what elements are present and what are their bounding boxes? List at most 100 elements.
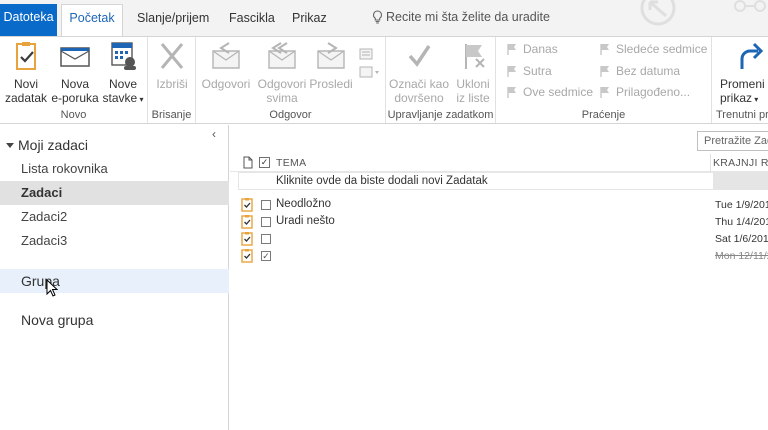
flag-icon xyxy=(600,44,609,55)
tell-me-box[interactable]: Recite mi šta želite da uradite xyxy=(372,10,550,24)
mark-complete-label-1: Označi kao xyxy=(388,77,450,91)
reply-button[interactable]: Odgovori xyxy=(198,41,254,91)
reply-all-button[interactable]: Odgovori svima xyxy=(254,41,310,105)
complete-checkbox-checked[interactable]: ✓ xyxy=(261,251,271,261)
group-follow-up: Danas Sutra Ove sedmice Sledeće sedmice … xyxy=(496,37,712,123)
remove-from-list-label-1: Ukloni xyxy=(456,77,490,91)
mark-complete-label-2: dovršeno xyxy=(394,91,444,105)
remove-from-list-label-2: iz liste xyxy=(456,91,490,105)
table-row[interactable]: Sat 1/6/2018 xyxy=(230,230,768,248)
nav-item-tasks3[interactable]: Zadaci3 xyxy=(0,229,229,253)
checkmark-icon xyxy=(402,41,436,71)
tab-file[interactable]: Datoteka xyxy=(0,4,57,36)
flag-icon xyxy=(507,66,516,77)
new-email-label-1: Nova xyxy=(60,77,89,91)
change-view-label-2: prikaz xyxy=(720,91,753,105)
new-items-label-1: Nove xyxy=(108,77,137,91)
flag-no-date-label: Bez datuma xyxy=(616,64,681,78)
reply-all-label-1: Odgovori xyxy=(257,77,307,91)
new-items-button[interactable]: Nove stavke ▾ xyxy=(102,41,144,107)
tab-send-receive[interactable]: Slanje/prijem xyxy=(133,8,213,36)
mark-complete-button[interactable]: Označi kao dovršeno xyxy=(388,41,450,105)
tell-me-text: Recite mi šta želite da uradite xyxy=(386,10,550,24)
flag-icon xyxy=(600,66,609,77)
task-icon xyxy=(241,215,253,229)
complete-checkbox[interactable] xyxy=(261,234,271,244)
nav-item-tasks[interactable]: Zadaci xyxy=(0,181,229,205)
new-items-label-2: stavke xyxy=(102,91,138,105)
flag-tomorrow-button[interactable]: Sutra xyxy=(506,61,552,81)
nav-item-todo-list[interactable]: Lista rokovnika xyxy=(0,157,229,181)
new-task-label-1: Novi xyxy=(13,77,38,91)
complete-checkbox[interactable] xyxy=(261,217,271,227)
tab-home[interactable]: Početak xyxy=(61,4,123,36)
change-view-button[interactable]: Promeni prikaz ▾ xyxy=(720,41,768,107)
group-respond: Odgovori Odgovori svima Prosledi Odgovor xyxy=(196,37,386,123)
collapse-pane-icon[interactable]: ‹ xyxy=(212,127,216,141)
background-decoration-icon xyxy=(640,0,766,26)
flag-this-week-button[interactable]: Ove sedmice xyxy=(506,82,593,102)
nav-item-new-group[interactable]: Nova grupa xyxy=(0,308,229,332)
ribbon-tab-bar: Datoteka Početak Slanje/prijem Fascikla … xyxy=(0,0,768,36)
forward-icon xyxy=(314,41,348,71)
table-row[interactable]: Neodložno Tue 1/9/2018 xyxy=(230,196,768,214)
new-task-due-cell[interactable] xyxy=(713,173,768,189)
task-due-date: Thu 1/4/2018 xyxy=(715,216,768,228)
column-due-date[interactable]: KRAJNJI ROK xyxy=(713,157,768,169)
task-icon xyxy=(241,198,253,212)
table-row[interactable]: Uradi nešto Thu 1/4/2018 xyxy=(230,213,768,231)
chevron-down-icon: ▾ xyxy=(137,95,144,104)
remove-from-list-button[interactable]: Ukloni iz liste xyxy=(452,41,494,105)
column-subject[interactable]: TEMA xyxy=(276,157,306,169)
new-email-button[interactable]: Nova e-poruka xyxy=(50,41,100,105)
more-respond-icon[interactable] xyxy=(358,47,380,86)
group-new-label: Novo xyxy=(60,109,87,121)
flag-no-date-button[interactable]: Bez datuma xyxy=(599,61,680,81)
flag-this-week-label: Ove sedmice xyxy=(523,85,594,99)
folder-pane: ‹ Moji zadaci Lista rokovnika Zadaci Zad… xyxy=(0,125,229,430)
search-tasks-input[interactable]: Pretražite Zadaci xyxy=(697,131,768,151)
new-email-label-2: e-poruka xyxy=(51,91,99,105)
change-view-arrow-icon xyxy=(734,41,768,71)
flag-custom-label: Prilagođeno... xyxy=(616,85,691,99)
tab-view[interactable]: Prikaz xyxy=(288,8,331,36)
header-complete-checkbox[interactable]: ✓ xyxy=(259,157,270,168)
delete-button[interactable]: Izbriši xyxy=(152,41,192,91)
my-tasks-label: Moji zadaci xyxy=(18,137,89,153)
flag-custom-button[interactable]: Prilagođeno... xyxy=(599,82,690,102)
reply-all-label-2: svima xyxy=(266,91,298,105)
flag-today-button[interactable]: Danas xyxy=(506,39,558,59)
nav-item-group[interactable]: Grupa xyxy=(0,269,229,293)
reply-all-icon xyxy=(265,41,299,71)
column-divider xyxy=(710,154,711,172)
task-clipboard-icon xyxy=(9,41,43,71)
flag-icon xyxy=(507,87,516,98)
task-list-header: ✓ TEMA KRAJNJI ROK xyxy=(230,154,768,172)
chevron-down-icon xyxy=(6,143,14,148)
task-icon xyxy=(241,232,253,246)
task-subject: Uradi nešto xyxy=(276,215,335,227)
tab-folder[interactable]: Fascikla xyxy=(225,8,279,36)
new-items-icon xyxy=(106,41,140,71)
group-new: Novi zadatak Nova e-poruka Nove stavke ▾… xyxy=(0,37,148,123)
task-subject: Neodložno xyxy=(276,198,331,210)
flag-next-week-button[interactable]: Sledeće sedmice xyxy=(599,39,707,59)
nav-item-tasks2[interactable]: Zadaci2 xyxy=(0,205,229,229)
task-due-date: Mon 12/11/2017 xyxy=(715,250,768,262)
my-tasks-header[interactable]: Moji zadaci xyxy=(6,137,88,153)
forward-label: Prosledi xyxy=(309,77,353,91)
new-task-row[interactable]: Kliknite ovde da biste dodali novi Zadat… xyxy=(238,172,768,190)
complete-checkbox[interactable] xyxy=(261,200,271,210)
group-current-view-label: Trenutni prikaz xyxy=(716,109,768,121)
table-row[interactable]: ✓ Mon 12/11/2017 xyxy=(230,247,768,265)
group-respond-label: Odgovor xyxy=(269,109,312,121)
envelope-icon xyxy=(58,41,92,71)
new-task-button[interactable]: Novi zadatak xyxy=(4,41,48,105)
flag-icon xyxy=(600,87,609,98)
document-icon[interactable] xyxy=(243,156,253,169)
task-due-date: Sat 1/6/2018 xyxy=(715,233,768,245)
delete-label: Izbriši xyxy=(156,77,188,91)
group-current-view: Promeni prikaz ▾ Trenutni prikaz xyxy=(712,37,768,123)
flag-next-week-label: Sledeće sedmice xyxy=(616,42,708,56)
forward-button[interactable]: Prosledi xyxy=(309,41,353,91)
